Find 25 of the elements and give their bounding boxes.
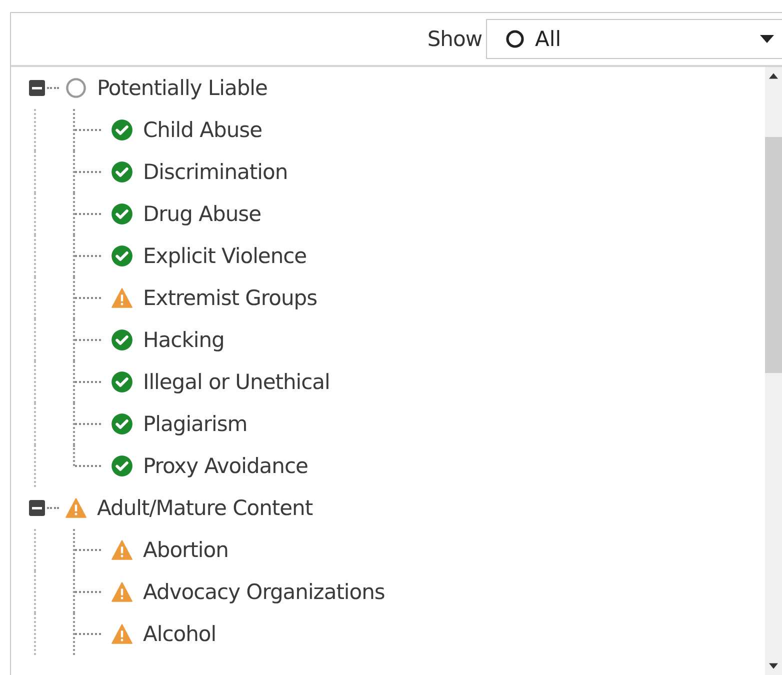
tree-item[interactable]: Hacking [143, 328, 224, 352]
dropdown-value: All [535, 27, 562, 51]
tree-item[interactable]: Plagiarism [143, 412, 248, 436]
tree-item[interactable]: Proxy Avoidance [143, 454, 308, 478]
tree-item[interactable]: Alcohol [143, 622, 216, 646]
caret-icon [760, 35, 774, 43]
scrollbar-thumb[interactable] [765, 137, 782, 373]
tree-item[interactable]: Potentially Liable [97, 76, 268, 100]
tree-item[interactable]: Extremist Groups [143, 286, 318, 310]
tree-item[interactable]: Abortion [143, 538, 228, 562]
tree-item[interactable]: Advocacy Organizations [143, 580, 385, 604]
collapse-icon[interactable] [29, 500, 45, 516]
tree-item[interactable]: Discrimination [143, 160, 288, 184]
tree-item[interactable]: Drug Abuse [143, 202, 261, 226]
circle-icon [505, 29, 525, 49]
scrollbar[interactable] [765, 67, 782, 675]
scroll-up-icon[interactable] [769, 73, 778, 79]
scroll-down-icon[interactable] [769, 663, 778, 669]
show-label: Show [427, 27, 482, 51]
collapse-icon[interactable] [29, 80, 45, 96]
tree-item[interactable]: Explicit Violence [143, 244, 307, 268]
tree-item[interactable]: Adult/Mature Content [97, 496, 313, 520]
tree-item[interactable]: Illegal or Unethical [143, 370, 330, 394]
show-dropdown[interactable]: All [486, 19, 782, 59]
tree-item[interactable]: Child Abuse [143, 118, 262, 142]
